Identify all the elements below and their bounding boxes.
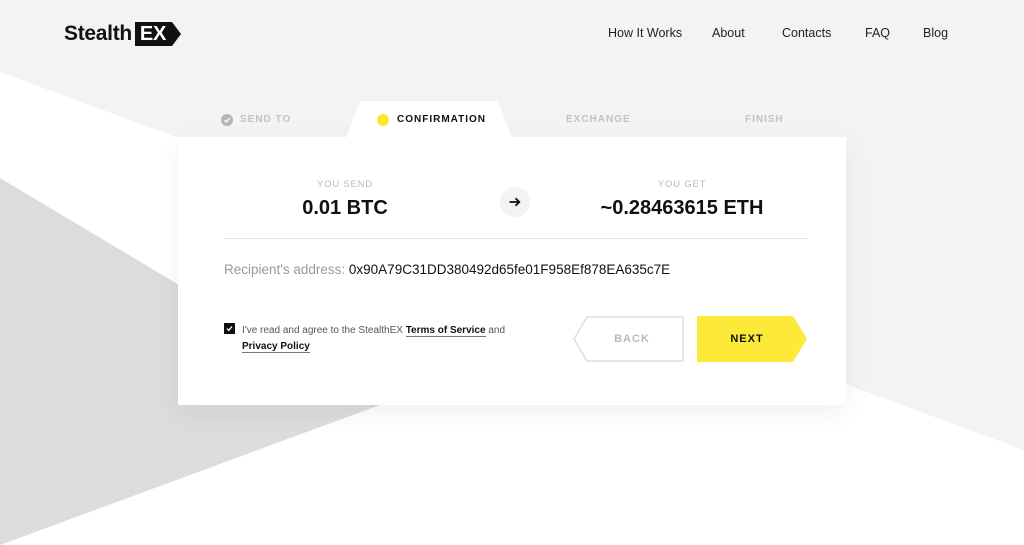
divider	[224, 238, 808, 239]
main-nav: How It Works About Contacts FAQ Blog	[0, 26, 1024, 42]
next-button-label: NEXT	[730, 333, 764, 345]
step-label: CONFIRMATION	[397, 114, 487, 125]
recipient-label: Recipient's address:	[224, 262, 346, 277]
back-button-label: BACK	[614, 333, 650, 345]
nav-contacts[interactable]: Contacts	[782, 26, 831, 40]
step-send-to: SEND TO	[221, 101, 291, 138]
step-label: SEND TO	[240, 114, 292, 125]
nav-faq[interactable]: FAQ	[865, 26, 890, 40]
nav-about[interactable]: About	[712, 26, 745, 40]
exchange-arrow	[500, 187, 530, 217]
terms-agreement: I've read and agree to the StealthEX Ter…	[224, 323, 524, 355]
step-confirmation: CONFIRMATION	[377, 101, 486, 138]
you-get-value: ~0.28463615 ETH	[600, 197, 764, 219]
next-button[interactable]: NEXT	[697, 316, 807, 362]
agree-text-and: and	[485, 325, 506, 336]
you-send-value: 0.01 BTC	[302, 197, 388, 219]
agree-text-before: I've read and agree to the StealthEX	[242, 325, 406, 336]
nav-how-it-works[interactable]: How It Works	[608, 26, 682, 40]
progress-steps: SEND TO CONFIRMATION EXCHANGE FINISH	[178, 101, 846, 138]
step-label: EXCHANGE	[566, 114, 631, 125]
agree-checkbox[interactable]	[224, 323, 235, 334]
step-finish: FINISH	[745, 101, 784, 138]
recipient-address: Recipient's address: 0x90A79C31DD380492d…	[224, 262, 670, 277]
checkmark-icon	[226, 326, 233, 332]
confirmation-card: YOU SEND 0.01 BTC YOU GET ~0.28463615 ET…	[178, 137, 846, 405]
terms-of-service-link[interactable]: Terms of Service	[405, 325, 486, 337]
you-get-block: YOU GET ~0.28463615 ETH	[562, 179, 802, 220]
arrow-right-icon	[509, 197, 521, 207]
step-label: FINISH	[745, 114, 784, 125]
site-header: Stealth EX How It Works About Contacts F…	[0, 0, 1024, 68]
you-get-label: YOU GET	[657, 179, 707, 190]
agree-text: I've read and agree to the StealthEX Ter…	[242, 323, 524, 355]
back-button[interactable]: BACK	[573, 316, 684, 362]
you-send-label: YOU SEND	[316, 179, 374, 190]
check-circle-icon	[221, 113, 233, 126]
step-exchange: EXCHANGE	[566, 101, 631, 138]
you-send-block: YOU SEND 0.01 BTC	[225, 179, 465, 220]
recipient-value: 0x90A79C31DD380492d65fe01F958Ef878EA635c…	[348, 262, 671, 277]
active-dot-icon	[377, 113, 389, 126]
privacy-policy-link[interactable]: Privacy Policy	[242, 341, 310, 353]
nav-blog[interactable]: Blog	[923, 26, 948, 40]
